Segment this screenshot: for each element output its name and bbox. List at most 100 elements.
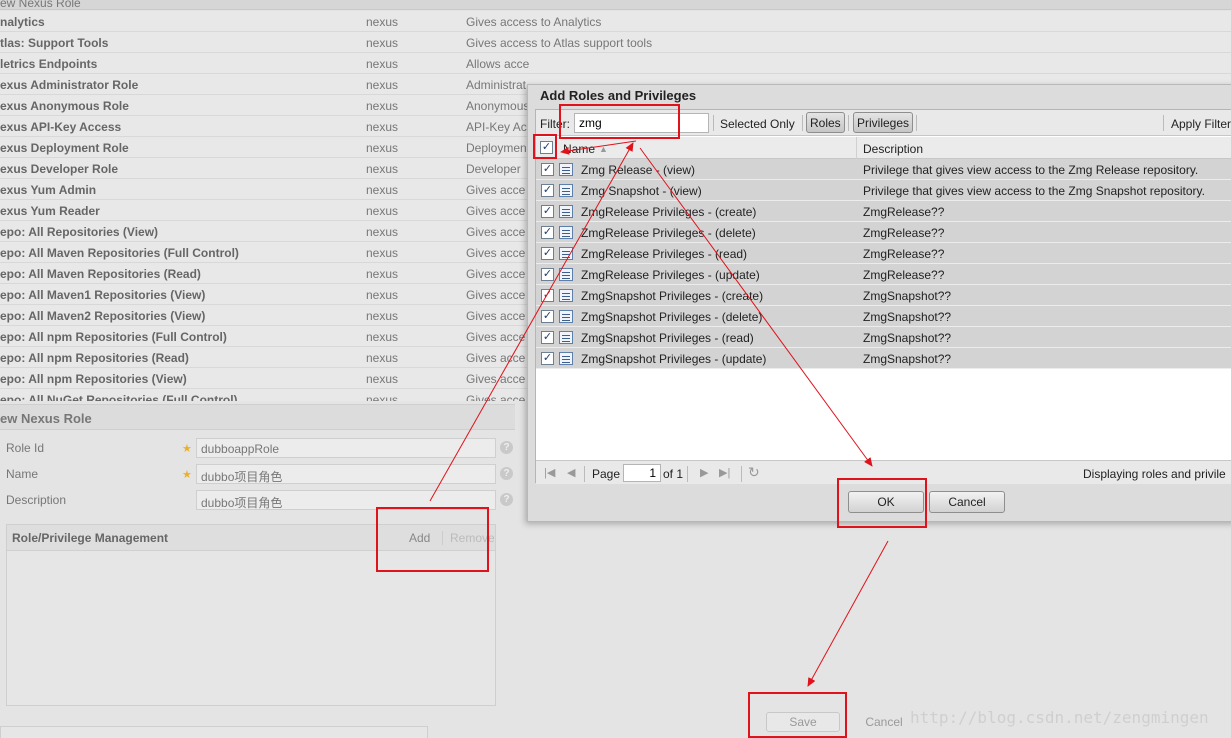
name-column-header[interactable]: Name ▲ <box>557 137 857 159</box>
role-name: epo: All Maven Repositories (Full Contro… <box>0 246 239 260</box>
role-description: Gives acce <box>466 267 526 281</box>
name-input[interactable]: dubbo项目角色 <box>196 464 496 484</box>
paging-display-text: Displaying roles and privile <box>1083 467 1226 481</box>
prev-page-icon[interactable]: ◀ <box>567 466 575 479</box>
role-id-label: Role Id <box>6 441 45 455</box>
role-name: exus Anonymous Role <box>0 99 129 113</box>
refresh-icon[interactable]: ↻ <box>748 464 760 481</box>
role-name: exus API-Key Access <box>0 120 122 134</box>
row-checkbox[interactable]: ✓ <box>541 247 554 260</box>
privilege-row[interactable]: ✓ ZmgSnapshot Privileges - (update) ZmgSna… <box>536 348 1231 369</box>
privilege-icon <box>559 184 573 197</box>
privileges-toggle-button[interactable]: Privileges <box>853 112 914 133</box>
role-list-row[interactable]: letrics Endpoints nexus Allows acce <box>0 53 1231 74</box>
role-list-row[interactable]: tlas: Support Tools nexus Gives access to … <box>0 32 1231 53</box>
role-description: Gives access to Atlas support tools <box>466 36 653 50</box>
role-source: nexus <box>366 351 399 365</box>
role-name: tlas: Support Tools <box>0 36 109 50</box>
name-label: Name <box>6 467 39 481</box>
role-description: Administrat <box>466 78 527 92</box>
row-checkbox[interactable]: ✓ <box>541 310 554 323</box>
privilege-icon <box>559 289 573 302</box>
toolbar-separator <box>848 115 849 131</box>
annotation-select-all-box <box>533 134 557 159</box>
privilege-description: ZmgRelease?? <box>863 247 945 261</box>
watermark: http://blog.csdn.net/zengmingen <box>910 708 1209 727</box>
help-icon[interactable]: ? <box>500 441 513 454</box>
privilege-description: ZmgRelease?? <box>863 268 945 282</box>
row-checkbox[interactable]: ✓ <box>541 184 554 197</box>
privilege-description: Privilege that gives view access to the … <box>863 184 1205 198</box>
privilege-icon <box>559 310 573 323</box>
annotation-filter-box <box>559 104 680 139</box>
role-list-row[interactable]: nalytics nexus Gives access to Analytics <box>0 11 1231 32</box>
last-page-icon[interactable]: ▶| <box>719 466 730 479</box>
row-checkbox[interactable]: ✓ <box>541 352 554 365</box>
required-star-icon: ★ <box>182 443 192 455</box>
privilege-row[interactable]: ✓ ZmgRelease Privileges - (delete) ZmgRele… <box>536 222 1231 243</box>
role-source: nexus <box>366 141 399 155</box>
role-source: nexus <box>366 120 399 134</box>
privilege-description: ZmgRelease?? <box>863 226 945 240</box>
page-number-input[interactable]: 1 <box>623 464 661 482</box>
form-title: ew Nexus Role <box>0 411 92 426</box>
toolbar-separator <box>1163 115 1164 131</box>
row-checkbox[interactable]: ✓ <box>541 226 554 239</box>
privilege-icon <box>559 352 573 365</box>
role-name: epo: All Maven2 Repositories (View) <box>0 309 206 323</box>
privilege-icon <box>559 268 573 281</box>
privilege-row[interactable]: ✓ Zmg Snapshot - (view) Privilege that giv… <box>536 180 1231 201</box>
row-checkbox[interactable]: ✓ <box>541 205 554 218</box>
first-page-icon[interactable]: |◀ <box>544 466 555 479</box>
privilege-row[interactable]: ✓ ZmgRelease Privileges - (create) ZmgRele… <box>536 201 1231 222</box>
privilege-icon <box>559 163 573 176</box>
privilege-row[interactable]: ✓ ZmgRelease Privileges - (read) ZmgReleas… <box>536 243 1231 264</box>
role-source: nexus <box>366 288 399 302</box>
privilege-row[interactable]: ✓ ZmgSnapshot Privileges - (delete) ZmgSna… <box>536 306 1231 327</box>
row-checkbox[interactable]: ✓ <box>541 163 554 176</box>
description-label: Description <box>6 493 67 507</box>
role-list-header: ew Nexus Role <box>0 0 1231 10</box>
role-name: exus Developer Role <box>0 162 119 176</box>
role-description: Gives acce <box>466 351 526 365</box>
privilege-row[interactable]: ✓ ZmgRelease Privileges - (update) ZmgRele… <box>536 264 1231 285</box>
help-icon[interactable]: ? <box>500 467 513 480</box>
role-source: nexus <box>366 267 399 281</box>
privilege-row[interactable]: ✓ Zmg Release - (view) Privilege that give… <box>536 159 1231 180</box>
role-description: API-Key Acc <box>466 120 533 134</box>
role-source: nexus <box>366 183 399 197</box>
role-source: nexus <box>366 57 399 71</box>
role-source: nexus <box>366 225 399 239</box>
toolbar-separator <box>916 115 917 131</box>
privilege-name: ZmgSnapshot Privileges - (create) <box>581 289 764 303</box>
help-icon[interactable]: ? <box>500 493 513 506</box>
dialog-cancel-button[interactable]: Cancel <box>929 491 1005 513</box>
next-page-icon[interactable]: ▶ <box>700 466 708 479</box>
role-source: nexus <box>366 162 399 176</box>
row-checkbox[interactable]: ✓ <box>541 268 554 281</box>
row-checkbox[interactable]: ✓ <box>541 331 554 344</box>
privilege-row[interactable]: ✓ ZmgSnapshot Privileges - (read) ZmgSnaps… <box>536 327 1231 348</box>
roles-toggle-button[interactable]: Roles <box>806 112 845 133</box>
role-name: letrics Endpoints <box>0 57 98 71</box>
privilege-description: ZmgSnapshot?? <box>863 310 952 324</box>
row-checkbox[interactable]: ✓ <box>541 289 554 302</box>
role-source: nexus <box>366 330 399 344</box>
privilege-row[interactable]: ✓ ZmgSnapshot Privileges - (create) ZmgSna… <box>536 285 1231 306</box>
selected-only-toggle[interactable]: Selected Only <box>720 117 795 131</box>
role-source: nexus <box>366 78 399 92</box>
privilege-icon <box>559 205 573 218</box>
toolbar-separator <box>713 115 714 131</box>
dialog-body: Filter: zmg Selected Only Roles Privileg… <box>535 109 1231 484</box>
privilege-description: ZmgSnapshot?? <box>863 352 952 366</box>
apply-filter-button[interactable]: Apply Filter <box>1171 117 1231 131</box>
role-name: exus Yum Admin <box>0 183 97 197</box>
role-source: nexus <box>366 204 399 218</box>
dialog-title: Add Roles and Privileges <box>540 88 697 103</box>
add-roles-dialog: Add Roles and Privileges Filter: zmg Sel… <box>527 84 1231 522</box>
role-name: exus Yum Reader <box>0 204 100 218</box>
privilege-name: ZmgSnapshot Privileges - (delete) <box>581 310 763 324</box>
role-name: exus Administrator Role <box>0 78 139 92</box>
role-id-input[interactable]: dubboappRole <box>196 438 496 458</box>
description-column-header[interactable]: Description <box>857 137 1231 159</box>
